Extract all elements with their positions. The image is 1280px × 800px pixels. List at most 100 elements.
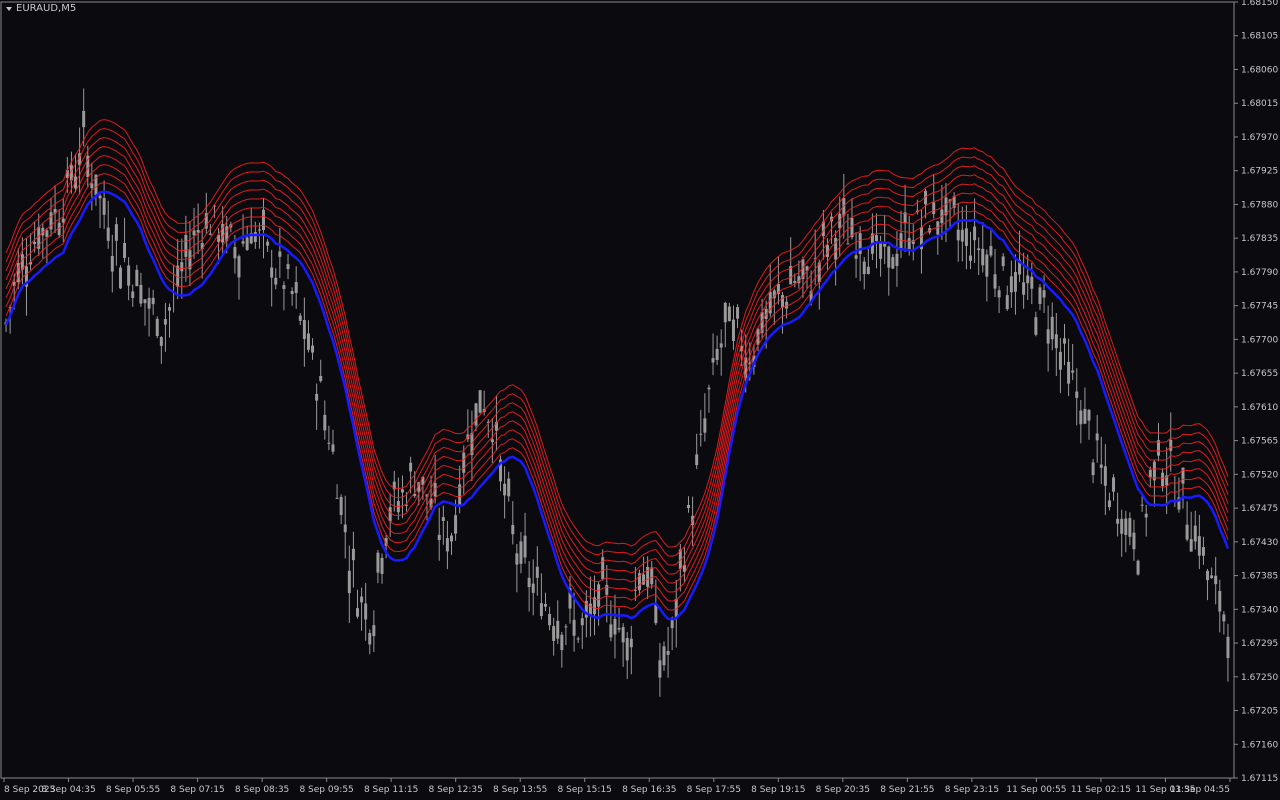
envelope-band-line xyxy=(5,128,1229,557)
candle-body xyxy=(123,243,127,258)
symbol-label[interactable]: EURAUD,M5 xyxy=(6,3,76,14)
price-tick-label: 1.67610 xyxy=(1241,403,1278,413)
candle-body xyxy=(335,497,339,499)
candle-body xyxy=(1107,500,1111,508)
candle-body xyxy=(1030,276,1034,289)
price-tick-label: 1.67385 xyxy=(1241,572,1278,582)
candle-body xyxy=(1128,518,1132,537)
price-tick-label: 1.67205 xyxy=(1241,707,1278,717)
candle-body xyxy=(90,183,94,189)
candle-body xyxy=(462,452,466,473)
candle-body xyxy=(993,274,997,289)
candle-body xyxy=(539,603,543,617)
candle-body xyxy=(437,534,441,541)
candle-body xyxy=(1197,536,1201,556)
candle-body xyxy=(274,277,278,285)
candle-body xyxy=(1005,295,1009,310)
price-tick-label: 1.67565 xyxy=(1241,437,1278,447)
candle-body xyxy=(556,620,560,639)
time-tick-label: 8 Sep 09:55 xyxy=(299,785,353,795)
symbol-text: EURAUD,M5 xyxy=(16,3,77,14)
candle-body xyxy=(605,584,609,595)
time-tick-label: 8 Sep 12:35 xyxy=(429,785,483,795)
candle-body xyxy=(306,333,310,350)
candle-body xyxy=(445,538,449,552)
candle-body xyxy=(895,253,899,266)
candle-body xyxy=(1103,466,1107,486)
envelope-band-line xyxy=(5,119,1229,548)
candle-body xyxy=(208,233,212,235)
candle-body xyxy=(707,387,711,390)
chevron-down-icon[interactable] xyxy=(6,6,12,11)
time-tick-label: 8 Sep 23:15 xyxy=(945,785,999,795)
candle-body xyxy=(654,604,658,624)
time-tick-label: 8 Sep 13:55 xyxy=(493,785,547,795)
candle-body xyxy=(511,524,515,535)
candle-body xyxy=(327,442,331,444)
price-tick-label: 1.67700 xyxy=(1241,335,1278,345)
candle-body xyxy=(196,229,200,233)
candle-body xyxy=(703,418,707,433)
candle-body xyxy=(1222,614,1226,622)
price-tick-label: 1.67655 xyxy=(1241,369,1278,379)
candle-body xyxy=(294,282,298,293)
candle-body xyxy=(1218,590,1222,612)
candle-body xyxy=(478,390,482,413)
candle-body xyxy=(650,567,654,585)
candle-body xyxy=(781,295,785,308)
candle-body xyxy=(960,229,964,242)
candle-body xyxy=(670,619,674,629)
candle-body xyxy=(564,626,568,628)
candle-body xyxy=(1214,575,1218,585)
candle-body xyxy=(454,515,458,534)
candle-body xyxy=(1046,329,1050,344)
candle-body xyxy=(45,230,49,238)
candle-body xyxy=(253,232,257,242)
candle-body xyxy=(372,625,376,637)
candle-body xyxy=(106,227,110,241)
candle-body xyxy=(1161,472,1165,487)
candle-body xyxy=(1091,462,1095,476)
candle-body xyxy=(891,257,895,269)
candle-body xyxy=(731,319,735,342)
candle-body xyxy=(131,291,135,298)
candle-body xyxy=(1071,370,1075,373)
candle-body xyxy=(964,228,968,246)
candle-body xyxy=(282,285,286,290)
candle-body xyxy=(368,633,372,645)
candle-body xyxy=(163,319,167,325)
candle-body xyxy=(854,255,858,259)
candle-body xyxy=(1050,316,1054,340)
candle-body xyxy=(184,234,188,257)
candle-body xyxy=(1185,524,1189,540)
candle-body xyxy=(1132,532,1136,550)
candle-body xyxy=(168,307,172,311)
time-tick-label: 8 Sep 16:35 xyxy=(622,785,676,795)
candle-body xyxy=(621,627,625,643)
candle-body xyxy=(866,266,870,274)
chart-plot[interactable]: 1.68150 1.68105 1.68060 1.68015 1.67970 1.679… xyxy=(0,0,1280,800)
price-tick-label: 1.67925 xyxy=(1241,167,1278,177)
candle-body xyxy=(1116,518,1120,524)
price-tick-label: 1.67880 xyxy=(1241,200,1278,210)
candle-body xyxy=(343,524,347,533)
candle-body xyxy=(110,255,114,272)
candle-body xyxy=(985,254,989,277)
candle-body xyxy=(727,306,731,322)
candle-body xyxy=(977,248,981,251)
candle-body xyxy=(981,248,985,266)
candle-body xyxy=(1054,334,1058,349)
candle-body xyxy=(1087,409,1091,421)
time-tick-label: 8 Sep 07:15 xyxy=(170,785,224,795)
candle-body xyxy=(687,504,691,509)
candle-body xyxy=(519,541,523,564)
candle-body xyxy=(515,553,519,565)
price-tick-label: 1.68060 xyxy=(1241,65,1278,75)
candle-body xyxy=(118,267,122,289)
candle-body xyxy=(143,299,147,304)
candle-body xyxy=(114,224,118,241)
price-tick-label: 1.67970 xyxy=(1241,133,1278,143)
candle-body xyxy=(1124,518,1128,535)
candle-body xyxy=(1226,636,1230,658)
candle-body xyxy=(535,566,539,578)
